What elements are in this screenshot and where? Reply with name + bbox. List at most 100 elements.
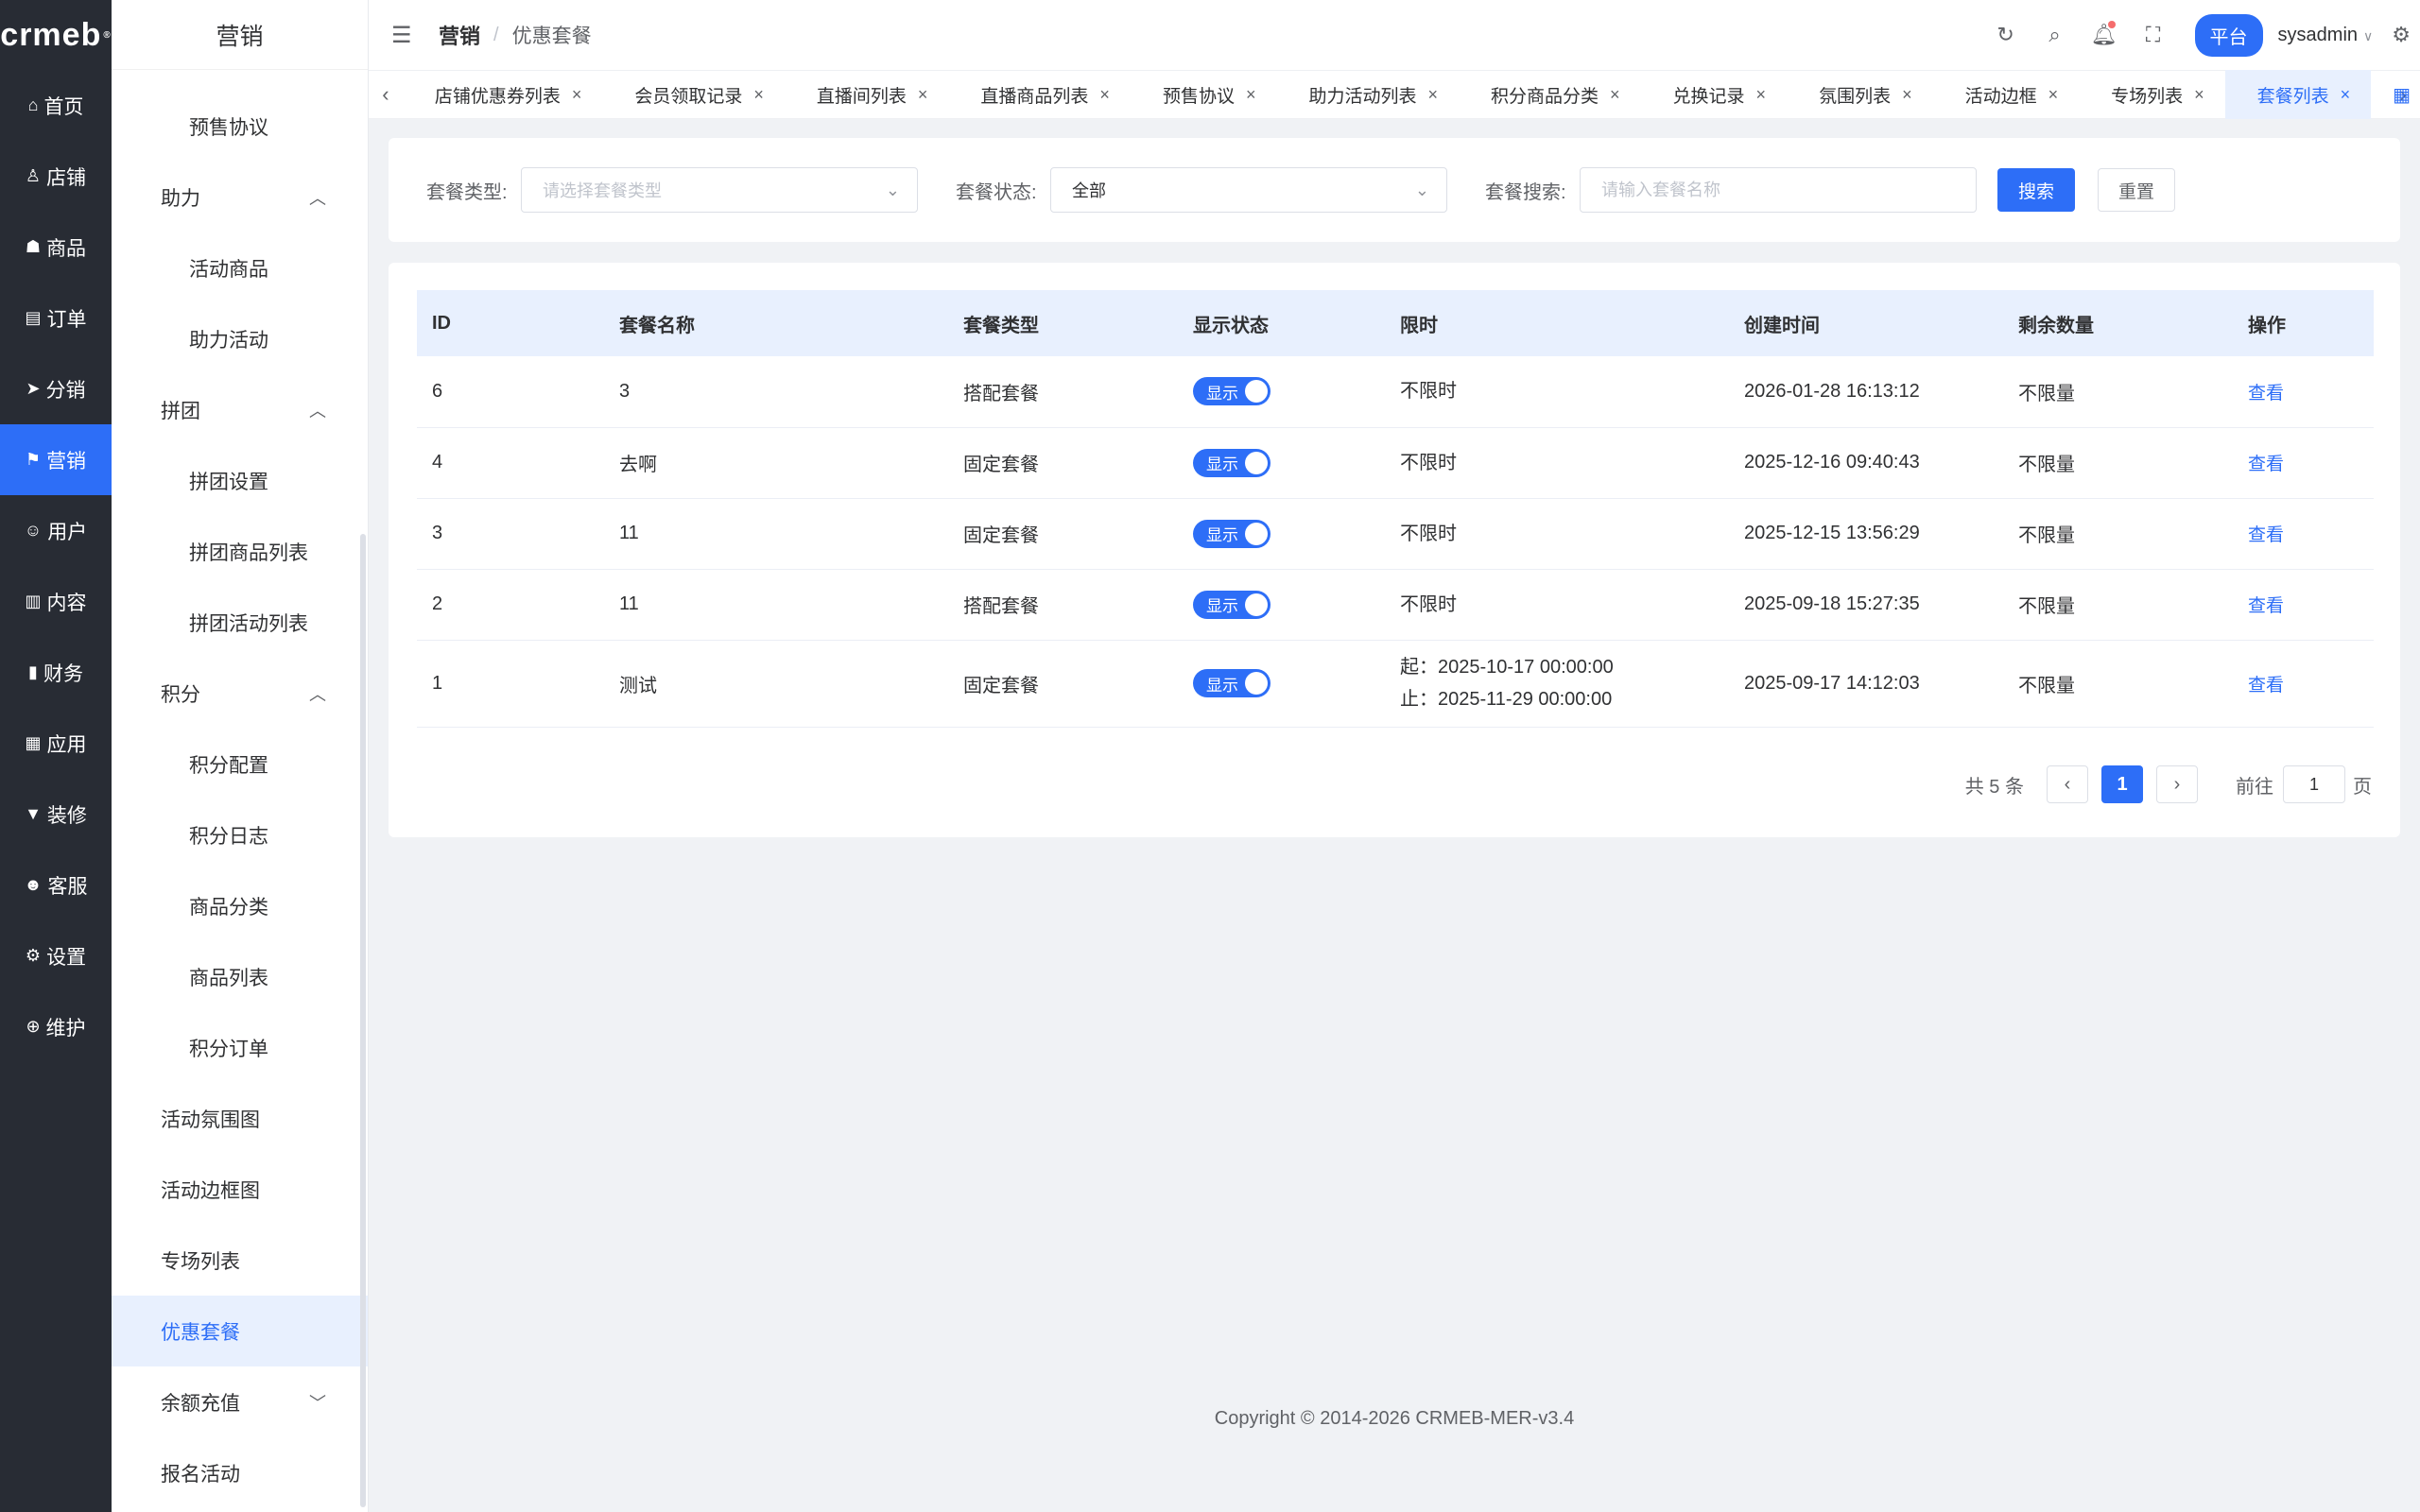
display-toggle[interactable]: 显示 bbox=[1193, 448, 1270, 477]
rail-item-3[interactable]: ▤ 订单 bbox=[0, 283, 112, 353]
view-link[interactable]: 查看 bbox=[2248, 455, 2284, 474]
sidebar-item-7[interactable]: 拼团活动列表 bbox=[112, 587, 368, 658]
filter-card: 套餐类型: 请选择套餐类型⌄ 套餐状态: 全部⌄ 套餐搜索: 搜索 重置 bbox=[389, 138, 2400, 242]
close-icon[interactable]: × bbox=[2048, 85, 2059, 105]
view-link[interactable]: 查看 bbox=[2248, 384, 2284, 404]
close-icon[interactable]: × bbox=[1099, 85, 1110, 105]
close-icon[interactable]: × bbox=[1427, 85, 1438, 105]
close-icon[interactable]: × bbox=[2194, 85, 2204, 105]
sidebar-scrollbar[interactable] bbox=[360, 534, 366, 1507]
rail-item-5[interactable]: ⚑ 营销 bbox=[0, 424, 112, 495]
rail-item-12[interactable]: ⚙ 设置 bbox=[0, 920, 112, 991]
view-link[interactable]: 查看 bbox=[2248, 676, 2284, 696]
tab-3[interactable]: 直播商品列表 × bbox=[948, 70, 1131, 119]
page-number-current[interactable]: 1 bbox=[2101, 765, 2143, 803]
tab-9[interactable]: 活动边框 × bbox=[1933, 70, 2080, 119]
sidebar-item-8[interactable]: 积分 ︿ bbox=[112, 658, 368, 729]
close-icon[interactable]: × bbox=[572, 85, 582, 105]
sidebar-item-15[interactable]: 活动边框图 bbox=[112, 1154, 368, 1225]
sidebar-item-label: 商品分类 bbox=[189, 896, 268, 919]
status-select[interactable]: 全部 ⌄ bbox=[1050, 167, 1447, 213]
tabs-menu-icon[interactable]: ▦ bbox=[2393, 83, 2411, 107]
tab-label: 直播间列表 bbox=[816, 86, 907, 107]
close-icon[interactable]: × bbox=[918, 85, 928, 105]
tab-0[interactable]: 店铺优惠券列表 × bbox=[403, 70, 603, 119]
decor-icon: ▼ bbox=[25, 804, 42, 823]
display-toggle[interactable]: 显示 bbox=[1193, 377, 1270, 406]
tab-11[interactable]: 套餐列表 × bbox=[2224, 70, 2372, 119]
sidebar-item-1[interactable]: 助力 ︿ bbox=[112, 162, 368, 232]
rail-item-9[interactable]: ▦ 应用 bbox=[0, 708, 112, 779]
sidebar-item-label: 拼团商品列表 bbox=[189, 541, 308, 564]
display-toggle[interactable]: 显示 bbox=[1193, 669, 1270, 697]
sidebar-item-17[interactable]: 优惠套餐 bbox=[112, 1296, 368, 1366]
close-icon[interactable]: × bbox=[1902, 85, 1912, 105]
cell-status: 显示 bbox=[1178, 569, 1385, 641]
rail-item-4[interactable]: ➤ 分销 bbox=[0, 353, 112, 424]
rail-item-1[interactable]: ♙ 店铺 bbox=[0, 141, 112, 212]
view-link[interactable]: 查看 bbox=[2248, 596, 2284, 616]
close-icon[interactable]: × bbox=[753, 85, 764, 105]
rail-item-8[interactable]: ▮ 财务 bbox=[0, 637, 112, 708]
sidebar-item-5[interactable]: 拼团设置 bbox=[112, 445, 368, 516]
settings-gear-icon[interactable]: ⚙ bbox=[2392, 23, 2411, 47]
tab-6[interactable]: 积分商品分类 × bbox=[1459, 70, 1641, 119]
sidebar-item-13[interactable]: 积分订单 bbox=[112, 1012, 368, 1083]
menu-toggle-icon[interactable]: ☰ bbox=[391, 22, 414, 49]
sidebar-item-16[interactable]: 专场列表 bbox=[112, 1225, 368, 1296]
type-select[interactable]: 请选择套餐类型 ⌄ bbox=[521, 167, 918, 213]
rail-item-6[interactable]: ☺ 用户 bbox=[0, 495, 112, 566]
platform-badge[interactable]: 平台 bbox=[2194, 13, 2263, 57]
rail-item-10[interactable]: ▼ 装修 bbox=[0, 779, 112, 850]
close-icon[interactable]: × bbox=[1756, 85, 1767, 105]
package-search-input[interactable] bbox=[1580, 167, 1977, 213]
user-menu[interactable]: sysadmin ∨ bbox=[2278, 25, 2374, 46]
sidebar-item-14[interactable]: 活动氛围图 bbox=[112, 1083, 368, 1154]
search-button[interactable]: 搜索 bbox=[1997, 168, 2075, 212]
sidebar-item-3[interactable]: 助力活动 bbox=[112, 303, 368, 374]
display-toggle[interactable]: 显示 bbox=[1193, 519, 1270, 548]
bell-icon[interactable]: 🔔︎ bbox=[2080, 21, 2129, 47]
tab-2[interactable]: 直播间列表 × bbox=[785, 70, 949, 119]
limit-line: 不限时 bbox=[1400, 593, 1457, 615]
tabs-prev-icon[interactable]: ‹ bbox=[369, 82, 403, 107]
breadcrumb-main[interactable]: 营销 bbox=[439, 20, 480, 50]
refresh-icon[interactable]: ↻ bbox=[1981, 23, 2031, 47]
goto-page-input[interactable] bbox=[2283, 765, 2345, 803]
tab-10[interactable]: 专场列表 × bbox=[2079, 70, 2225, 119]
tab-7[interactable]: 兑换记录 × bbox=[1641, 70, 1788, 119]
close-icon[interactable]: × bbox=[1246, 85, 1256, 105]
sidebar-item-10[interactable]: 积分日志 bbox=[112, 799, 368, 870]
tab-label: 氛围列表 bbox=[1819, 86, 1892, 107]
rail-item-11[interactable]: ☻ 客服 bbox=[0, 850, 112, 920]
sidebar-item-4[interactable]: 拼团 ︿ bbox=[112, 374, 368, 445]
tab-4[interactable]: 预售协议 × bbox=[1131, 70, 1277, 119]
reset-button[interactable]: 重置 bbox=[2098, 168, 2175, 212]
prev-page-button[interactable]: ‹ bbox=[2047, 765, 2088, 803]
rail-item-0[interactable]: ⌂ 首页 bbox=[0, 70, 112, 141]
close-icon[interactable]: × bbox=[1610, 85, 1620, 105]
fullscreen-icon[interactable]: ⛶ bbox=[2129, 23, 2178, 47]
display-toggle[interactable]: 显示 bbox=[1193, 590, 1270, 619]
rail-item-7[interactable]: ▥ 内容 bbox=[0, 566, 112, 637]
tab-8[interactable]: 氛围列表 × bbox=[1787, 70, 1933, 119]
tab-5[interactable]: 助力活动列表 × bbox=[1276, 70, 1459, 119]
sidebar-item-19[interactable]: 报名活动 bbox=[112, 1437, 368, 1508]
flag-icon: ⚑ bbox=[25, 450, 42, 469]
sidebar-item-12[interactable]: 商品列表 bbox=[112, 941, 368, 1012]
next-page-button[interactable]: › bbox=[2156, 765, 2198, 803]
sidebar-item-0[interactable]: 预售协议 bbox=[112, 91, 368, 162]
sidebar-item-6[interactable]: 拼团商品列表 bbox=[112, 516, 368, 587]
sidebar-item-11[interactable]: 商品分类 bbox=[112, 870, 368, 941]
rail-item-13[interactable]: ⊕ 维护 bbox=[0, 991, 112, 1062]
view-link[interactable]: 查看 bbox=[2248, 525, 2284, 545]
sidebar-item-9[interactable]: 积分配置 bbox=[112, 729, 368, 799]
sidebar-item-2[interactable]: 活动商品 bbox=[112, 232, 368, 303]
rail-item-2[interactable]: ☗ 商品 bbox=[0, 212, 112, 283]
search-icon[interactable]: ⌕ bbox=[2031, 23, 2080, 47]
chevron-up-icon: ︿ bbox=[309, 684, 326, 704]
tab-1[interactable]: 会员领取记录 × bbox=[602, 70, 785, 119]
maintain-icon: ⊕ bbox=[26, 1017, 41, 1036]
sidebar-item-18[interactable]: 余额充值 ﹀ bbox=[112, 1366, 368, 1437]
close-icon[interactable]: × bbox=[2341, 85, 2351, 105]
